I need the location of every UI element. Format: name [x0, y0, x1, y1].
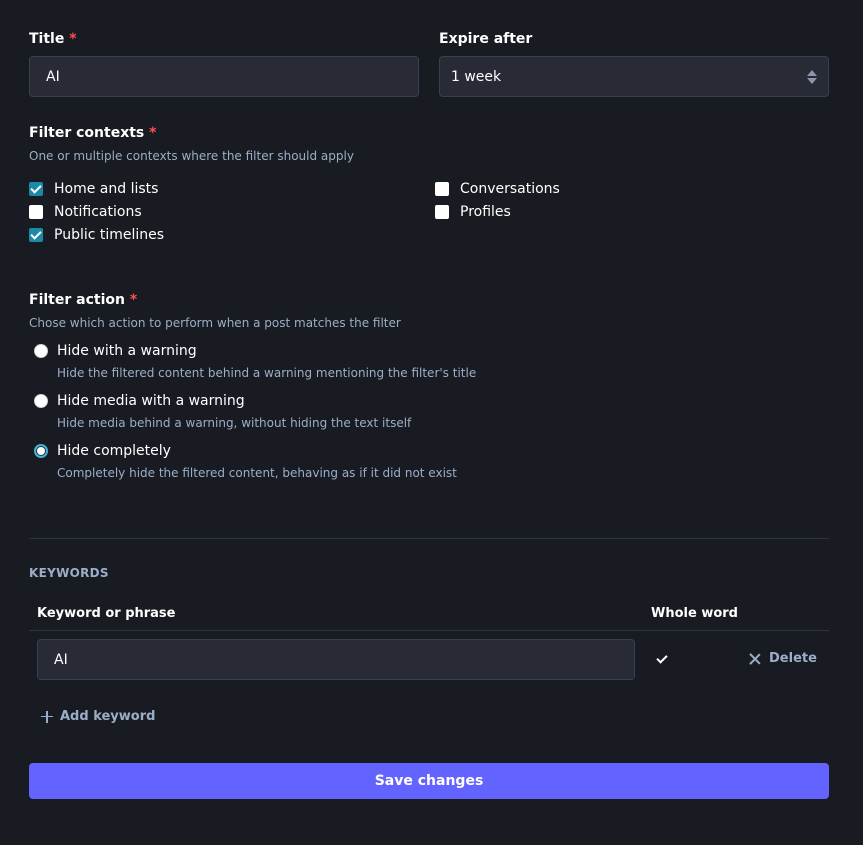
context-label: Home and lists — [54, 181, 159, 197]
save-changes-button[interactable]: Save changes — [29, 763, 829, 799]
context-home-and-lists[interactable]: Home and lists — [29, 181, 158, 197]
title-input[interactable] — [29, 56, 419, 97]
action-option-warn[interactable]: Hide with a warning Hide the filtered co… — [34, 343, 476, 380]
title-label: Title * — [29, 31, 77, 47]
select-arrows-icon — [807, 69, 817, 84]
table-header-divider — [29, 630, 829, 631]
expire-select-value: 1 week — [451, 68, 502, 85]
checkbox[interactable] — [435, 182, 449, 196]
required-mark: * — [129, 292, 138, 308]
contexts-label: Filter contexts * — [29, 125, 156, 141]
radio-button[interactable] — [34, 344, 48, 358]
delete-keyword-button[interactable]: Delete — [749, 651, 817, 666]
checkbox[interactable] — [29, 228, 43, 242]
delete-label: Delete — [769, 651, 817, 666]
action-label: Filter action * — [29, 292, 137, 308]
checkbox[interactable] — [29, 205, 43, 219]
radio-label: Hide media with a warning — [57, 393, 245, 409]
action-option-hide[interactable]: Hide completely Completely hide the filt… — [34, 443, 457, 480]
radio-label: Hide completely — [57, 443, 171, 459]
keyword-input[interactable] — [37, 639, 635, 680]
context-label: Profiles — [460, 204, 511, 220]
context-conversations[interactable]: Conversations — [435, 181, 560, 197]
contexts-hint: One or multiple contexts where the filte… — [29, 149, 354, 163]
context-label: Notifications — [54, 204, 142, 220]
title-label-text: Title — [29, 31, 65, 47]
context-public-timelines[interactable]: Public timelines — [29, 227, 164, 243]
checkbox[interactable] — [435, 205, 449, 219]
context-profiles[interactable]: Profiles — [435, 204, 511, 220]
required-mark: * — [69, 31, 77, 47]
add-keyword-button[interactable]: Add keyword — [41, 709, 155, 724]
radio-description: Completely hide the filtered content, be… — [57, 466, 457, 480]
checkbox[interactable] — [29, 182, 43, 196]
required-mark: * — [149, 125, 157, 141]
close-icon — [749, 653, 761, 665]
expire-label: Expire after — [439, 31, 533, 47]
contexts-label-text: Filter contexts — [29, 125, 145, 141]
table-row: Delete — [0, 0, 863, 680]
radio-description: Hide the filtered content behind a warni… — [57, 366, 477, 380]
radio-label: Hide with a warning — [57, 343, 197, 359]
action-label-text: Filter action — [29, 292, 125, 308]
context-notifications[interactable]: Notifications — [29, 204, 142, 220]
radio-button[interactable] — [34, 444, 48, 458]
action-hint: Chose which action to perform when a pos… — [29, 316, 401, 330]
plus-icon — [41, 710, 53, 723]
keywords-section-title: KEYWORDS — [29, 566, 109, 580]
expire-select[interactable]: 1 week — [439, 56, 829, 97]
radio-button[interactable] — [34, 394, 48, 408]
context-label: Conversations — [460, 181, 560, 197]
section-divider — [29, 538, 829, 539]
keyword-column-header: Keyword or phrase — [37, 606, 176, 621]
add-keyword-label: Add keyword — [60, 709, 156, 724]
action-option-blur[interactable]: Hide media with a warning Hide media beh… — [34, 393, 411, 430]
radio-description: Hide media behind a warning, without hid… — [57, 416, 412, 430]
filter-edit-form: Title * Expire after 1 week Filter conte… — [0, 0, 863, 845]
whole-word-column-header: Whole word — [651, 606, 738, 621]
context-label: Public timelines — [54, 227, 165, 243]
